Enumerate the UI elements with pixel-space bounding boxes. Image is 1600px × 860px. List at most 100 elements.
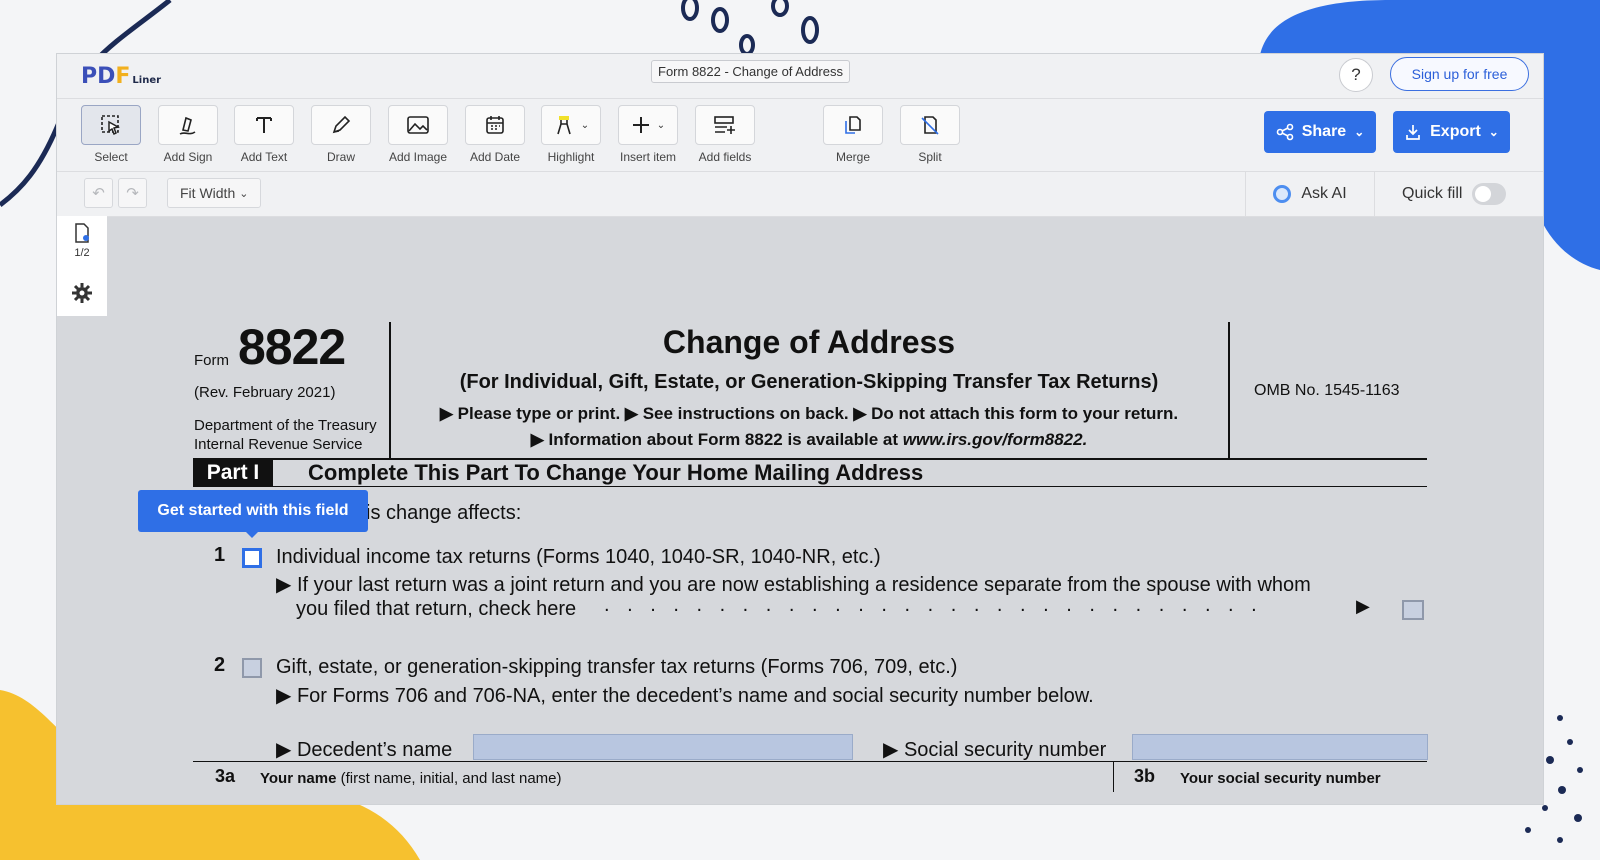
tool-label: Split xyxy=(918,150,942,164)
tool-add-image[interactable]: Add Image xyxy=(380,105,456,164)
tool-label: Add Image xyxy=(388,150,448,164)
form-revision: (Rev. February 2021) xyxy=(194,384,336,401)
department-line1: Department of the Treasury xyxy=(194,417,377,434)
zoom-select[interactable]: Fit Width ⌄ xyxy=(167,178,262,208)
omb-number: OMB No. 1545-1163 xyxy=(1254,382,1400,399)
quick-fill-toggle[interactable] xyxy=(1472,183,1507,205)
form-info-line: ▶ Information about Form 8822 is availab… xyxy=(530,430,1088,449)
tool-add-text[interactable]: Add Text xyxy=(226,105,302,164)
part-divider-bottom xyxy=(193,486,1427,487)
select-icon xyxy=(101,115,121,136)
joint-return-checkbox[interactable] xyxy=(1402,600,1424,620)
pdf-editor-window: PDF Liner Form 8822 - Change of Address ?… xyxy=(57,54,1543,804)
export-button[interactable]: Export ⌄ xyxy=(1393,111,1510,153)
ask-ai-button[interactable]: Ask AI xyxy=(1245,172,1375,216)
export-label: Export xyxy=(1430,123,1481,140)
line-3-split xyxy=(1113,762,1114,792)
header-divider-right xyxy=(1228,322,1230,458)
document-page: Form 8822 (Rev. February 2021) Departmen… xyxy=(190,274,1530,804)
undo-icon: ↶ xyxy=(92,185,105,202)
tool-label: Insert item xyxy=(619,150,676,164)
left-sidebar: 1/2 xyxy=(57,216,107,316)
top-bar: PDF Liner Form 8822 - Change of Address ?… xyxy=(57,54,1543,99)
chevron-down-icon: ⌄ xyxy=(1354,125,1365,139)
part-title: Complete This Part To Change Your Home M… xyxy=(308,460,924,485)
download-icon xyxy=(1406,125,1420,140)
share-label: Share xyxy=(1301,123,1347,140)
decedent-ssn-input[interactable] xyxy=(1132,734,1428,760)
tool-label: Draw xyxy=(326,150,355,164)
form-instructions: ▶ Please type or print. ▶ See instructio… xyxy=(439,404,1179,423)
calendar-icon xyxy=(486,116,504,134)
tool-add-date[interactable]: Add Date xyxy=(457,105,533,164)
tool-label: Merge xyxy=(835,150,870,164)
tool-highlight[interactable]: ⌄ Highlight xyxy=(533,105,609,164)
line-1-checkbox[interactable] xyxy=(242,548,262,568)
decor-top-drops xyxy=(681,0,819,56)
get-started-tooltip[interactable]: Get started with this field xyxy=(138,490,368,538)
arrow-marker: ▶ xyxy=(1356,596,1370,616)
pages-panel-button[interactable]: 1/2 xyxy=(57,222,107,259)
tool-label: Highlight xyxy=(547,150,595,164)
share-button[interactable]: Share ⌄ xyxy=(1264,111,1376,153)
tool-add-fields[interactable]: Add fields xyxy=(687,105,763,164)
redo-button[interactable]: ↷ xyxy=(118,178,147,208)
quick-fill-control: Quick fill xyxy=(1402,172,1507,216)
line-2-text: Gift, estate, or generation-skipping tra… xyxy=(276,656,958,678)
pdfliner-logo[interactable]: PDF Liner xyxy=(81,64,161,89)
leader-dots: . . . . . . . . . . . . . . . . . . . . … xyxy=(604,594,1263,616)
line-2-number: 2 xyxy=(214,654,226,676)
line-2-checkbox[interactable] xyxy=(242,658,262,678)
line-3b-number: 3b xyxy=(1134,766,1156,786)
tool-split[interactable]: Split xyxy=(892,105,968,164)
draw-icon xyxy=(332,115,351,134)
tool-label: Select xyxy=(94,150,128,164)
sign-icon xyxy=(179,116,196,135)
line-3b-label: Your social security number xyxy=(1180,770,1381,787)
help-button[interactable]: ? xyxy=(1339,58,1373,92)
undo-button[interactable]: ↶ xyxy=(84,178,113,208)
tool-insert-item[interactable]: ⌄ Insert item xyxy=(610,105,686,164)
chevron-down-icon: ⌄ xyxy=(580,119,590,131)
secondary-toolbar: ↶ ↷ Fit Width ⌄ Ask AI Quick fill xyxy=(57,172,1543,217)
document-title[interactable]: Form 8822 - Change of Address xyxy=(651,60,850,83)
form-subtitle: (For Individual, Gift, Estate, or Genera… xyxy=(459,371,1159,393)
decedent-name-input[interactable] xyxy=(473,734,853,760)
line-1-number: 1 xyxy=(214,544,226,566)
tool-select[interactable]: Select xyxy=(73,105,149,164)
tool-label: Add Text xyxy=(240,150,288,164)
highlight-icon xyxy=(557,116,571,135)
line-3-divider xyxy=(193,761,1427,762)
department-line2: Internal Revenue Service xyxy=(194,436,363,453)
ask-ai-label: Ask AI xyxy=(1301,185,1347,202)
line-3a-label: Your name (first name, initial, and last… xyxy=(260,770,562,787)
zoom-label: Fit Width xyxy=(180,185,236,201)
part-label: Part I xyxy=(193,460,273,486)
tool-draw[interactable]: Draw xyxy=(303,105,379,164)
page-indicator: 1/2 xyxy=(74,247,90,259)
merge-icon xyxy=(845,116,861,134)
tool-label: Add Date xyxy=(469,150,521,164)
line-2-subtext: ▶ For Forms 706 and 706-NA, enter the de… xyxy=(276,685,1094,707)
form-number: 8822 xyxy=(238,319,346,375)
text-icon xyxy=(256,117,272,133)
plus-icon xyxy=(632,117,649,133)
tool-label: Add Sign xyxy=(163,150,213,164)
chevron-down-icon: ⌄ xyxy=(1488,125,1499,139)
split-icon xyxy=(921,116,939,135)
redo-icon: ↷ xyxy=(126,185,139,202)
decedent-name-label: ▶ Decedent’s name xyxy=(276,739,453,761)
form-title: Change of Address xyxy=(662,324,956,360)
ai-icon xyxy=(1273,185,1292,203)
line-1-subtext-2: you filed that return, check here xyxy=(296,598,577,620)
tool-merge[interactable]: Merge xyxy=(815,105,891,164)
chevron-down-icon: ⌄ xyxy=(239,187,249,200)
tool-add-sign[interactable]: Add Sign xyxy=(150,105,226,164)
page-icon xyxy=(75,223,89,243)
line-3a-number: 3a xyxy=(215,766,236,786)
sign-up-button[interactable]: Sign up for free xyxy=(1390,57,1529,91)
toolbar: Select Add Sign Add Text Draw Add Image … xyxy=(57,99,1543,172)
form-word: Form xyxy=(194,352,229,369)
line-1-text: Individual income tax returns (Forms 104… xyxy=(276,546,881,568)
settings-button[interactable] xyxy=(71,282,93,309)
